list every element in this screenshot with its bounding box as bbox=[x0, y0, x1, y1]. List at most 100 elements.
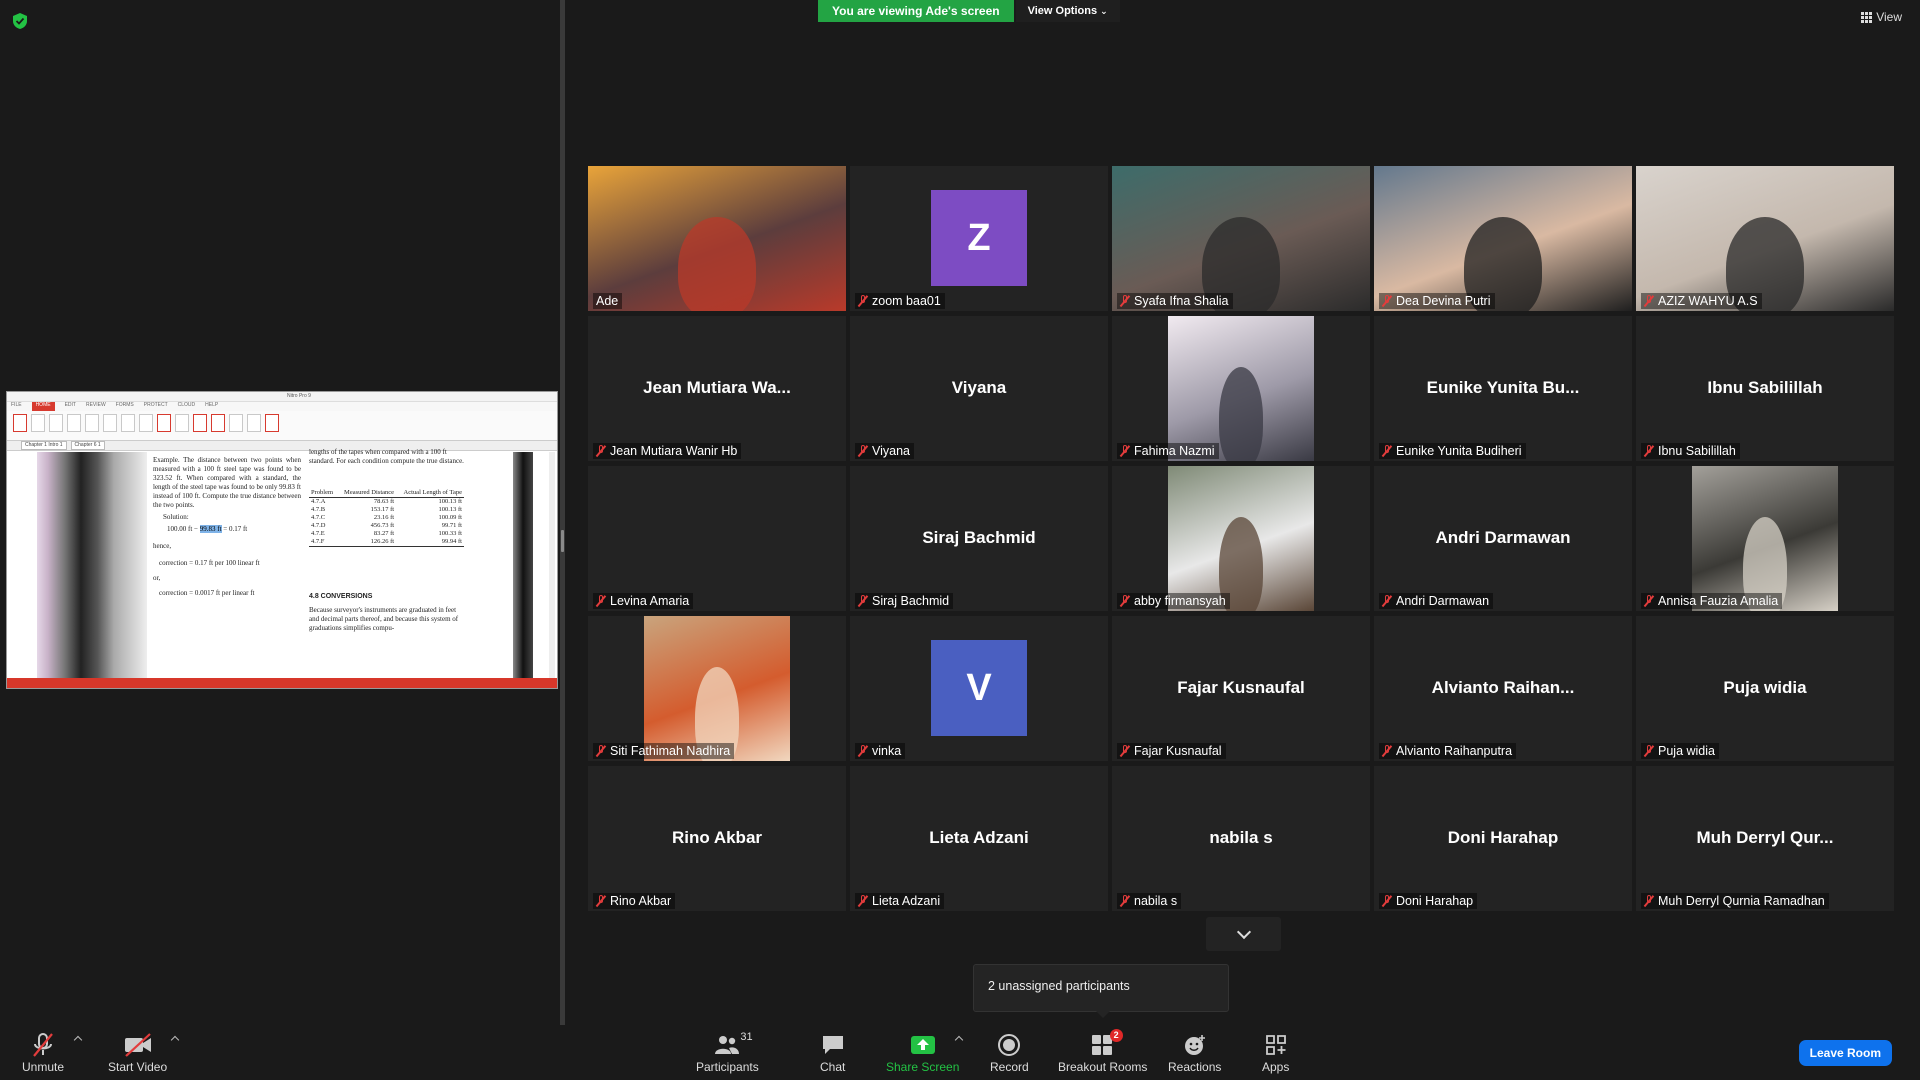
reactions-button[interactable]: Reactions bbox=[1168, 1033, 1221, 1074]
table-cell: 78.63 ft bbox=[373, 498, 395, 505]
shared-document-page: Example. The distance between two points… bbox=[7, 448, 557, 680]
participant-tile[interactable]: Lieta Adzani Lieta Adzani bbox=[850, 766, 1108, 911]
microphone-muted-icon bbox=[1119, 295, 1130, 307]
ribbon-button bbox=[229, 414, 243, 432]
participant-tile[interactable]: nabila s nabila s bbox=[1112, 766, 1370, 911]
participant-name-label: Fahima Nazmi bbox=[1117, 443, 1219, 459]
leave-room-label: Leave Room bbox=[1809, 1046, 1881, 1060]
table-cell: 100.09 ft bbox=[438, 514, 462, 521]
table-cell: 99.71 ft bbox=[441, 522, 462, 529]
video-options-caret[interactable] bbox=[170, 1035, 180, 1045]
shared-window-titlebar: Nitro Pro 9 bbox=[7, 392, 557, 402]
video-off-icon bbox=[123, 1033, 153, 1057]
microphone-muted-icon bbox=[857, 745, 868, 757]
participant-tile[interactable]: Annisa Fauzia Amalia bbox=[1636, 466, 1894, 611]
pane-divider[interactable] bbox=[560, 0, 565, 1025]
participant-tile[interactable]: Zzoom baa01 bbox=[850, 166, 1108, 311]
participant-tile[interactable]: Eunike Yunita Bu... Eunike Yunita Budiher… bbox=[1374, 316, 1632, 461]
share-screen-label: Share Screen bbox=[886, 1060, 960, 1074]
participant-tile[interactable]: Doni Harahap Doni Harahap bbox=[1374, 766, 1632, 911]
participants-count: 31 bbox=[740, 1031, 753, 1043]
apps-button[interactable]: Apps bbox=[1262, 1033, 1289, 1074]
participant-tile[interactable]: AZIZ WAHYU A.S bbox=[1636, 166, 1894, 311]
participant-tile[interactable]: Fajar Kusnaufal Fajar Kusnaufal bbox=[1112, 616, 1370, 761]
participant-tile[interactable]: Ade bbox=[588, 166, 846, 311]
participant-display-name: Alvianto Raihan... bbox=[1431, 678, 1575, 697]
participant-tile[interactable]: Rino Akbar Rino Akbar bbox=[588, 766, 846, 911]
share-screen-button[interactable]: Share Screen bbox=[886, 1033, 959, 1074]
microphone-muted-icon bbox=[1643, 895, 1654, 907]
ribbon-button bbox=[157, 414, 171, 432]
participant-name: Siraj Bachmid bbox=[872, 594, 950, 608]
participant-display-name: Andri Darmawan bbox=[1435, 528, 1571, 547]
participant-name: Eunike Yunita Budiheri bbox=[1396, 444, 1522, 458]
doc-tab: Chapter 1 Intro 1 bbox=[21, 441, 67, 450]
microphone-muted-icon bbox=[1381, 295, 1392, 307]
table-header: Problem bbox=[309, 488, 338, 498]
participant-tile[interactable]: Alvianto Raihan... Alvianto Raihanputra bbox=[1374, 616, 1632, 761]
microphone-muted-icon bbox=[595, 595, 606, 607]
smiley-icon bbox=[1183, 1033, 1207, 1057]
unmute-label: Unmute bbox=[22, 1060, 65, 1074]
participant-tile[interactable]: Ibnu Sabilillah Ibnu Sabilillah bbox=[1636, 316, 1894, 461]
table-cell: 4.7.E bbox=[311, 530, 325, 537]
microphone-muted-icon bbox=[1119, 445, 1130, 457]
participant-tile[interactable]: Siraj Bachmid Siraj Bachmid bbox=[850, 466, 1108, 611]
highlighted-text: 99.83 ft bbox=[199, 525, 222, 533]
record-button[interactable]: Record bbox=[990, 1033, 1029, 1074]
participant-tile[interactable]: abby firmansyah bbox=[1112, 466, 1370, 611]
participant-tile[interactable]: Andri Darmawan Andri Darmawan bbox=[1374, 466, 1632, 611]
table-row: 4.7.B 153.17 ft 100.13 ft bbox=[309, 506, 464, 514]
example-paragraph: Example. The distance between two points… bbox=[153, 456, 301, 509]
ribbon-button bbox=[13, 414, 27, 432]
microphone-muted-icon bbox=[1643, 595, 1654, 607]
page-text: Example. The distance between two points… bbox=[153, 448, 508, 680]
participant-tile[interactable]: Vvinka bbox=[850, 616, 1108, 761]
participant-tile[interactable]: Dea Devina Putri bbox=[1374, 166, 1632, 311]
participant-display-name: Rino Akbar bbox=[671, 828, 763, 847]
table-row: 4.7.A 78.63 ft 100.13 ft bbox=[309, 498, 464, 507]
table-cell: 100.13 ft bbox=[438, 506, 462, 513]
view-button[interactable]: View bbox=[1861, 10, 1902, 24]
participant-tile[interactable]: Muh Derryl Qur... Muh Derryl Qurnia Ramad… bbox=[1636, 766, 1894, 911]
table-cell: 4.7.F bbox=[309, 538, 338, 547]
participants-button[interactable]: 31 Participants bbox=[696, 1031, 759, 1074]
participant-tile[interactable]: Viyana Viyana bbox=[850, 316, 1108, 461]
microphone-muted-icon bbox=[1119, 595, 1130, 607]
or-label: or, bbox=[153, 574, 161, 582]
participant-name-label: Siti Fathimah Nadhira bbox=[593, 743, 735, 759]
breakout-rooms-button[interactable]: 2 Breakout Rooms bbox=[1058, 1029, 1147, 1074]
shared-document-tabs: Chapter 1 Intro 1 Chapter 6 1 bbox=[7, 441, 557, 451]
unmute-button[interactable]: Unmute bbox=[22, 1033, 64, 1074]
security-shield-icon[interactable] bbox=[12, 12, 28, 30]
participant-gallery: Ade Zzoom baa01 Syafa Ifna Shalia Dea Devin… bbox=[588, 166, 1898, 911]
start-video-button[interactable]: Start Video bbox=[108, 1033, 167, 1074]
problem-table: Problem Measured Distance Actual Length of… bbox=[309, 488, 464, 547]
ribbon-button bbox=[31, 414, 45, 432]
table-cell: 99.94 ft bbox=[396, 538, 464, 547]
participant-tile[interactable]: Fahima Nazmi bbox=[1112, 316, 1370, 461]
participant-tile[interactable]: Jean Mutiara Wa... Jean Mutiara Wanir Hb bbox=[588, 316, 846, 461]
participant-name: Muh Derryl Qurnia Ramadhan bbox=[1658, 894, 1825, 908]
ribbon-tab: CLOUD bbox=[177, 402, 196, 408]
chat-button[interactable]: Chat bbox=[820, 1033, 845, 1074]
viewing-screen-label: You are viewing Ade's screen bbox=[818, 0, 1014, 22]
participant-tile[interactable]: Levina Amaria bbox=[588, 466, 846, 611]
participant-tile[interactable]: Syafa Ifna Shalia bbox=[1112, 166, 1370, 311]
participant-name: Jean Mutiara Wanir Hb bbox=[610, 444, 738, 458]
participant-tile[interactable]: Siti Fathimah Nadhira bbox=[588, 616, 846, 761]
audio-options-caret[interactable] bbox=[73, 1035, 83, 1045]
ribbon-button bbox=[139, 414, 153, 432]
participant-tile[interactable]: Puja widia Puja widia bbox=[1636, 616, 1894, 761]
view-label: View bbox=[1876, 10, 1902, 24]
participant-name-label: Rino Akbar bbox=[593, 893, 676, 909]
participant-video bbox=[588, 166, 846, 311]
view-options-button[interactable]: View Options ⌄ bbox=[1015, 0, 1120, 22]
microphone-off-icon bbox=[30, 1033, 56, 1057]
divider-handle[interactable] bbox=[561, 530, 564, 552]
unassigned-participants-popover[interactable]: 2 unassigned participants bbox=[973, 964, 1229, 1018]
scan-shadow bbox=[37, 452, 147, 680]
leave-room-button[interactable]: Leave Room bbox=[1798, 1040, 1892, 1066]
microphone-muted-icon bbox=[1643, 445, 1654, 457]
next-page-button[interactable] bbox=[1206, 917, 1281, 951]
